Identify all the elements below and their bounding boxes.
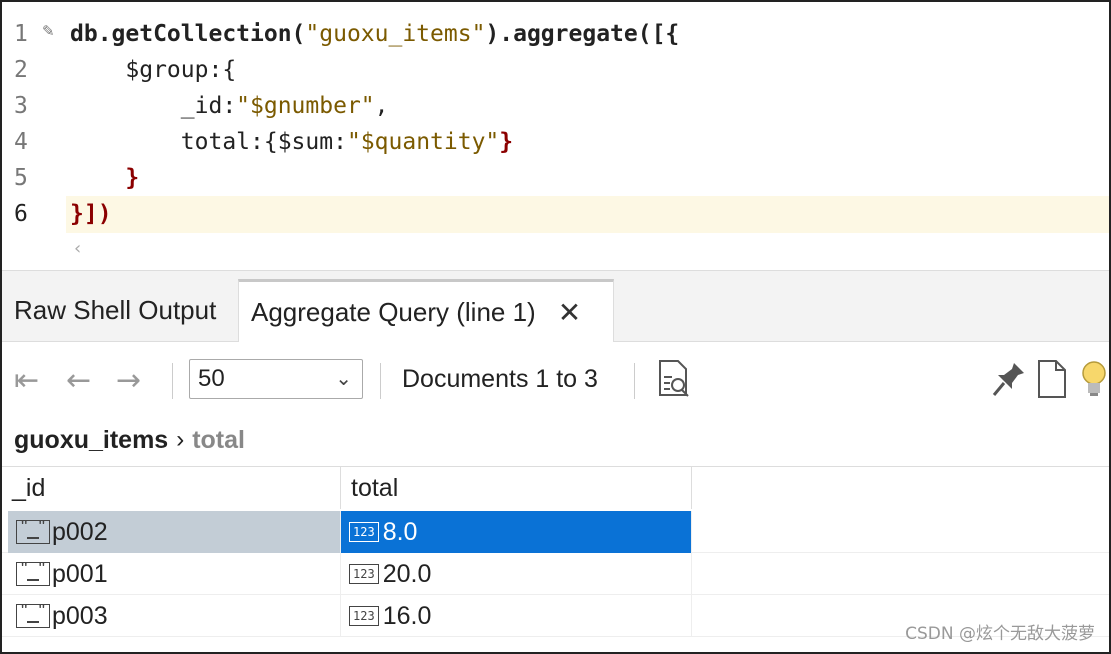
app-window: 1 2 3 4 5 6 ✎ db.getCollection("guoxu_it… — [0, 0, 1111, 654]
new-document-icon[interactable] — [1036, 359, 1068, 403]
id-cell[interactable]: p002 — [8, 511, 341, 553]
cell-value: 16.0 — [382, 601, 432, 630]
number-type-icon: 123 — [349, 606, 379, 626]
code-token: "$gnumber" — [236, 93, 375, 119]
string-type-icon — [16, 517, 50, 544]
tab-label: Aggregate Query (line 1) — [251, 296, 536, 327]
cell-value: p003 — [52, 601, 108, 630]
code-token: ).aggregate([{ — [485, 21, 680, 47]
table-row[interactable]: p001 123 20.0 — [2, 553, 1109, 595]
tab-aggregate-query[interactable]: Aggregate Query (line 1) ✕ — [238, 279, 614, 342]
code-token: "$quantity" — [346, 129, 500, 155]
number-type-icon: 123 — [349, 564, 379, 584]
toolbar-divider — [634, 363, 635, 399]
cell-value: p002 — [52, 517, 108, 546]
code-token: , — [374, 93, 389, 119]
id-cell[interactable]: p003 — [8, 595, 341, 637]
code-token: $group:{ — [70, 57, 237, 83]
cell-value: p001 — [52, 559, 108, 588]
watermark: CSDN @炫个无敌大菠萝 — [905, 624, 1095, 644]
result-tabs: Raw Shell Output Aggregate Query (line 1… — [2, 270, 1109, 342]
cell-value: 20.0 — [382, 559, 432, 588]
close-icon[interactable]: ✕ — [558, 296, 581, 329]
line-number: 5 — [14, 165, 28, 191]
total-cell[interactable]: 123 8.0 — [341, 511, 692, 553]
toolbar-divider — [380, 363, 381, 399]
code-token: }]) — [70, 201, 112, 227]
table-row[interactable]: p002 123 8.0 — [2, 511, 1109, 553]
chevron-right-icon: › — [176, 426, 185, 453]
code-line-3: _id:"$gnumber", — [70, 88, 389, 124]
code-line-2: $group:{ — [70, 52, 236, 88]
code-token: db.getCollection( — [70, 21, 306, 47]
page-size-select[interactable]: 50 ⌄ — [189, 359, 363, 399]
code-token: total:{$sum: — [70, 129, 347, 155]
line-gutter: 1 2 3 4 5 6 ✎ — [2, 14, 66, 244]
toolbar-divider — [172, 363, 173, 399]
breadcrumb-field[interactable]: total — [192, 426, 245, 455]
code-token: } — [70, 165, 140, 191]
string-type-icon — [16, 601, 50, 628]
line-number: 2 — [14, 57, 28, 83]
line-number-active: 6 — [14, 201, 28, 227]
total-cell[interactable]: 123 16.0 — [341, 595, 692, 637]
code-line-4: total:{$sum:"$quantity"} — [70, 124, 513, 160]
code-token: "guoxu_items" — [305, 21, 486, 47]
tab-raw-shell-output[interactable]: Raw Shell Output — [2, 279, 238, 342]
previous-page-icon[interactable]: ← — [66, 363, 91, 398]
number-type-icon: 123 — [349, 522, 379, 542]
id-cell[interactable]: p001 — [8, 553, 341, 595]
tab-label: Raw Shell Output — [14, 295, 217, 325]
line-number: 4 — [14, 129, 28, 155]
total-cell[interactable]: 123 20.0 — [341, 553, 692, 595]
code-token: } — [499, 129, 514, 155]
query-code-icon[interactable] — [656, 359, 692, 403]
pen-icon[interactable]: ✎ — [42, 22, 55, 40]
breadcrumb: guoxu_items › total — [14, 422, 245, 458]
code-token: _id: — [70, 93, 237, 119]
results-toolbar: ⇤ ← → 50 ⌄ Documents 1 to 3 — [2, 343, 1109, 419]
cell-value: 8.0 — [382, 517, 418, 546]
chevron-down-icon: ⌄ — [335, 368, 352, 390]
pin-icon[interactable] — [992, 359, 1028, 403]
scroll-left-arrow-icon[interactable]: ‹ — [74, 238, 81, 259]
current-line-highlight — [66, 196, 1109, 233]
string-type-icon — [16, 559, 50, 586]
column-header-total[interactable]: total — [341, 467, 692, 509]
next-page-icon[interactable]: → — [116, 363, 141, 398]
code-editor[interactable]: 1 2 3 4 5 6 ✎ db.getCollection("guoxu_it… — [2, 14, 1109, 266]
page-size-value: 50 — [198, 365, 225, 392]
breadcrumb-collection[interactable]: guoxu_items — [14, 426, 168, 455]
line-number: 3 — [14, 93, 28, 119]
first-page-icon[interactable]: ⇤ — [14, 363, 39, 398]
column-header-id[interactable]: _id — [2, 467, 341, 509]
code-line-1: db.getCollection("guoxu_items").aggregat… — [70, 16, 679, 52]
document-range: Documents 1 to 3 — [402, 365, 598, 393]
code-line-5: } — [70, 160, 139, 196]
code-line-6: }]) — [70, 196, 112, 232]
lightbulb-icon[interactable] — [1080, 359, 1108, 403]
line-number: 1 — [14, 21, 28, 47]
